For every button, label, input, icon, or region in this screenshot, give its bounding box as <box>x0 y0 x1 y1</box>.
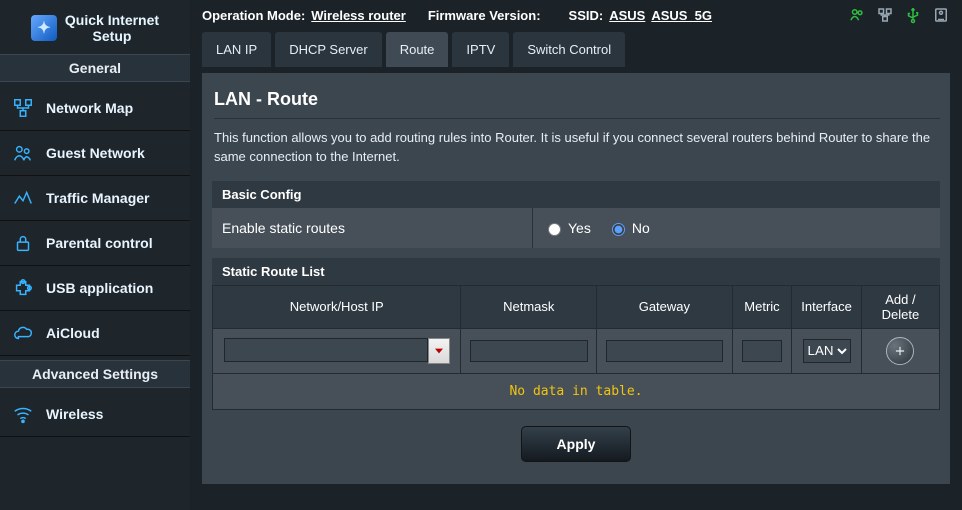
sidebar-item-parental-control[interactable]: Parental control <box>0 221 190 266</box>
metric-input[interactable] <box>742 340 782 362</box>
col-netmask: Netmask <box>461 285 597 328</box>
sidebar-item-label: USB application <box>46 280 153 296</box>
sidebar-item-label: Parental control <box>46 235 153 251</box>
static-route-table: Network/Host IP Netmask Gateway Metric I… <box>212 285 940 410</box>
ssid-2[interactable]: ASUS_5G <box>651 8 712 23</box>
op-mode-label: Operation Mode: <box>202 8 305 23</box>
page-title: LAN - Route <box>214 89 940 119</box>
col-network: Network/Host IP <box>213 285 461 328</box>
gateway-input[interactable] <box>606 340 724 362</box>
section-general: General <box>0 54 190 82</box>
col-metric: Metric <box>732 285 792 328</box>
qis-label: Quick Internet Setup <box>65 12 159 44</box>
tab-iptv[interactable]: IPTV <box>452 32 509 67</box>
sidebar-item-guest-network[interactable]: Guest Network <box>0 131 190 176</box>
clients-icon[interactable] <box>848 6 866 24</box>
quick-internet-setup[interactable]: ✦ Quick Internet Setup <box>6 12 184 44</box>
puzzle-icon <box>10 276 36 300</box>
section-advanced: Advanced Settings <box>0 360 190 388</box>
guest-network-icon <box>10 141 36 165</box>
sidebar-item-aicloud[interactable]: AiCloud <box>0 311 190 356</box>
netmask-input[interactable] <box>470 340 588 362</box>
sidebar-item-network-map[interactable]: Network Map <box>0 86 190 131</box>
col-add-delete: Add / Delete <box>861 285 939 328</box>
usb-icon[interactable] <box>904 6 922 24</box>
tab-lan-ip[interactable]: LAN IP <box>202 32 271 67</box>
chevron-down-icon[interactable] <box>428 338 450 364</box>
sidebar-item-label: Traffic Manager <box>46 190 149 206</box>
enable-static-no[interactable]: No <box>607 220 650 236</box>
apply-button[interactable]: Apply <box>521 426 631 462</box>
sidebar-item-traffic-manager[interactable]: Traffic Manager <box>0 176 190 221</box>
tab-bar: LAN IP DHCP Server Route IPTV Switch Con… <box>190 26 962 67</box>
tab-route[interactable]: Route <box>386 32 449 67</box>
device-icon[interactable] <box>932 6 950 24</box>
network-icon[interactable] <box>876 6 894 24</box>
traffic-manager-icon <box>10 186 36 210</box>
cloud-icon <box>10 321 36 345</box>
page-description: This function allows you to add routing … <box>214 129 938 167</box>
sidebar-item-label: Wireless <box>46 406 103 422</box>
table-input-row: LAN <box>213 328 940 373</box>
interface-select[interactable]: LAN <box>803 339 851 363</box>
sidebar-item-wireless[interactable]: Wireless <box>0 392 190 437</box>
table-empty-row: No data in table. <box>213 373 940 409</box>
lock-icon <box>10 231 36 255</box>
network-host-combo[interactable] <box>224 338 450 364</box>
sidebar-item-usb-application[interactable]: USB application <box>0 266 190 311</box>
wifi-icon <box>10 402 36 426</box>
tab-switch-control[interactable]: Switch Control <box>513 32 625 67</box>
tab-dhcp-server[interactable]: DHCP Server <box>275 32 382 67</box>
ssid-label: SSID: <box>569 8 604 23</box>
static-route-header: Static Route List <box>212 258 940 285</box>
basic-config-header: Basic Config <box>212 181 940 208</box>
enable-static-label: Enable static routes <box>212 208 533 248</box>
wand-icon: ✦ <box>31 15 57 41</box>
add-route-button[interactable] <box>886 337 914 365</box>
enable-static-row: Enable static routes Yes No <box>212 208 940 248</box>
topbar: Operation Mode: Wireless router Firmware… <box>190 0 962 26</box>
fw-label: Firmware Version: <box>428 8 541 23</box>
op-mode-value[interactable]: Wireless router <box>311 8 406 23</box>
sidebar-item-label: Guest Network <box>46 145 145 161</box>
sidebar-item-label: AiCloud <box>46 325 100 341</box>
col-gateway: Gateway <box>597 285 733 328</box>
enable-static-yes[interactable]: Yes <box>543 220 591 236</box>
network-host-input[interactable] <box>224 338 428 362</box>
ssid-1[interactable]: ASUS <box>609 8 645 23</box>
sidebar-item-label: Network Map <box>46 100 133 116</box>
network-map-icon <box>10 96 36 120</box>
content-panel: LAN - Route This function allows you to … <box>202 73 950 484</box>
col-interface: Interface <box>792 285 862 328</box>
